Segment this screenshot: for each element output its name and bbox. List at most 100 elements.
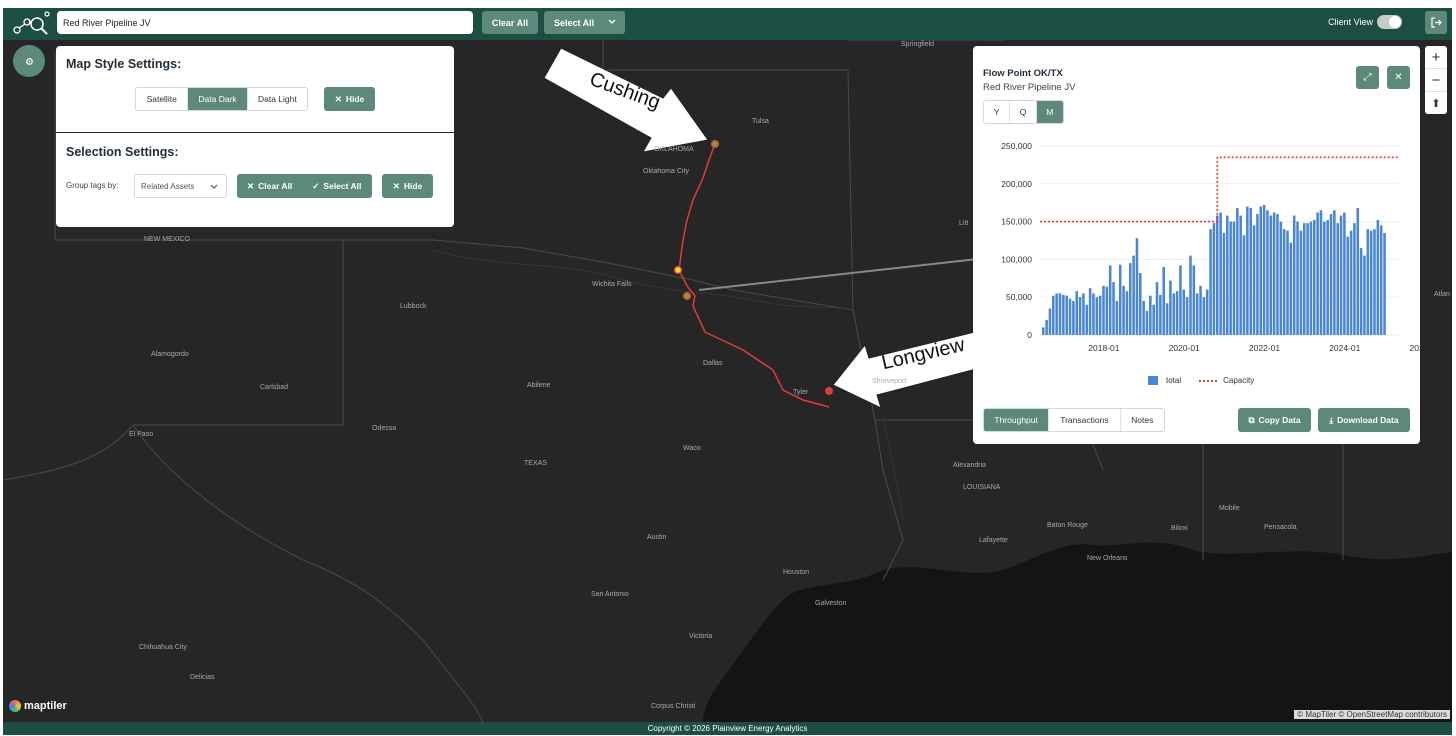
- map-style-panel: Map Style Settings: Satellite Data Dark …: [56, 46, 454, 132]
- bar-total: [1329, 214, 1333, 335]
- bar-total: [1232, 221, 1236, 335]
- download-data-button[interactable]: ⤓ Download Data: [1318, 408, 1410, 432]
- copy-data-button[interactable]: ⧉ Copy Data: [1238, 408, 1311, 432]
- logout-icon: [1430, 17, 1442, 28]
- bar-total: [1078, 297, 1082, 335]
- map-label: Baton Rouge: [1047, 522, 1088, 529]
- selection-clear-all-button[interactable]: ✕ Clear All: [247, 181, 292, 192]
- expand-button[interactable]: ⤢: [1356, 66, 1379, 89]
- midpoint-node[interactable]: [673, 265, 683, 275]
- map-label: New Orleans: [1087, 555, 1128, 562]
- pipeline-route[interactable]: [678, 143, 830, 408]
- bar-total: [1205, 289, 1209, 335]
- logout-button[interactable]: [1425, 11, 1447, 34]
- bar-total: [1162, 266, 1165, 335]
- map-style-title: Map Style Settings:: [66, 57, 182, 71]
- map-label: Lubbock: [400, 303, 427, 310]
- close-icon: ✕: [1394, 72, 1403, 83]
- bar-total: [1376, 220, 1380, 335]
- legend-total-label: total: [1166, 376, 1182, 385]
- bar-total: [1219, 212, 1222, 335]
- map-label: Wichita Falls: [592, 281, 632, 288]
- longview-node[interactable]: [825, 387, 833, 395]
- map-label: TEXAS: [524, 460, 547, 467]
- x-tick-label: 2020-01: [1169, 343, 1200, 353]
- flow-point-node[interactable]: [682, 291, 692, 301]
- zoom-controls: + − ⬆: [1425, 46, 1447, 114]
- select-all-button[interactable]: Select All: [544, 11, 625, 34]
- bar-total: [1323, 221, 1326, 335]
- map-style-satellite[interactable]: Satellite: [136, 88, 189, 110]
- zoom-out-button[interactable]: −: [1425, 69, 1447, 92]
- bar-total: [1145, 310, 1149, 335]
- download-icon: ⤓: [1329, 414, 1334, 425]
- map-label: Litt: [959, 220, 969, 227]
- map-style-hide-button[interactable]: ✕ Hide: [324, 87, 375, 111]
- client-view-toggle[interactable]: [1377, 15, 1402, 29]
- map-attribution[interactable]: © MapTiler © OpenStreetMap contributors: [1294, 710, 1450, 719]
- compass-button[interactable]: ⬆: [1425, 92, 1447, 114]
- selection-select-all-button[interactable]: ✓ Select All: [312, 181, 361, 192]
- settings-button[interactable]: [13, 45, 45, 77]
- search-input[interactable]: [57, 11, 473, 34]
- map-label: Galveston: [815, 600, 847, 607]
- period-q[interactable]: Q: [1010, 101, 1037, 123]
- bar-total: [1306, 223, 1309, 335]
- clear-all-button[interactable]: Clear All: [482, 11, 538, 34]
- bar-total: [1296, 221, 1299, 335]
- bar-total: [1062, 294, 1065, 335]
- bar-total: [1169, 280, 1172, 335]
- zoom-in-button[interactable]: +: [1425, 46, 1447, 69]
- bar-total: [1122, 285, 1125, 335]
- bar-total: [1195, 293, 1199, 335]
- cushing-node[interactable]: [710, 139, 720, 149]
- card-tabs: Throughput Transactions Notes: [983, 408, 1165, 432]
- bar-total: [1279, 221, 1283, 335]
- y-tick-label: 100,000: [1001, 254, 1032, 264]
- close-card-button[interactable]: ✕: [1387, 66, 1410, 89]
- bar-total: [1353, 223, 1356, 335]
- map-label: Alexandria: [953, 462, 987, 469]
- period-y[interactable]: Y: [984, 101, 1011, 123]
- bar-total: [1189, 255, 1192, 335]
- bar-total: [1302, 223, 1306, 335]
- tab-throughput[interactable]: Throughput: [984, 409, 1050, 431]
- bar-total: [1249, 207, 1252, 335]
- period-m[interactable]: M: [1036, 101, 1063, 123]
- copy-data-label: Copy Data: [1258, 415, 1301, 425]
- bar-total: [1373, 229, 1376, 335]
- bar-total: [1346, 236, 1350, 335]
- bar-total: [1239, 215, 1242, 335]
- selection-hide-button[interactable]: ✕ Hide: [382, 174, 433, 198]
- close-icon: ✕: [392, 180, 400, 191]
- tab-transactions[interactable]: Transactions: [1049, 409, 1121, 431]
- bar-total: [1316, 212, 1319, 335]
- maptiler-icon: [9, 700, 21, 712]
- tab-notes[interactable]: Notes: [1121, 409, 1165, 431]
- close-icon: ✕: [247, 180, 255, 191]
- bar-total: [1112, 282, 1115, 335]
- chevron-down-icon: [608, 19, 616, 24]
- chart-legend: total Capacity: [1148, 376, 1254, 385]
- card-subtitle: Red River Pipeline JV: [983, 82, 1076, 93]
- bar-total: [1082, 293, 1085, 335]
- capacity-line: [1040, 156, 1398, 223]
- group-tags-select[interactable]: Related Assets: [134, 174, 227, 198]
- bar-total: [1276, 214, 1279, 335]
- bar-total: [1262, 204, 1266, 335]
- bar-total: [1139, 273, 1142, 335]
- bar-total: [1072, 300, 1075, 335]
- map-label: Mobile: [1219, 505, 1240, 512]
- map-label: Odessa: [372, 425, 397, 432]
- bar-total: [1366, 229, 1370, 335]
- legend-total-swatch: [1148, 376, 1158, 385]
- bar-total: [1212, 223, 1216, 335]
- bar-total: [1152, 304, 1155, 335]
- map-style-data-dark[interactable]: Data Dark: [188, 88, 248, 110]
- map-label: Delicias: [190, 674, 215, 681]
- bar-total: [1105, 286, 1109, 335]
- map-style-data-light[interactable]: Data Light: [248, 88, 307, 110]
- map-label: Biloxi: [1171, 525, 1188, 532]
- bar-total: [1095, 297, 1099, 335]
- bar-total: [1045, 319, 1048, 335]
